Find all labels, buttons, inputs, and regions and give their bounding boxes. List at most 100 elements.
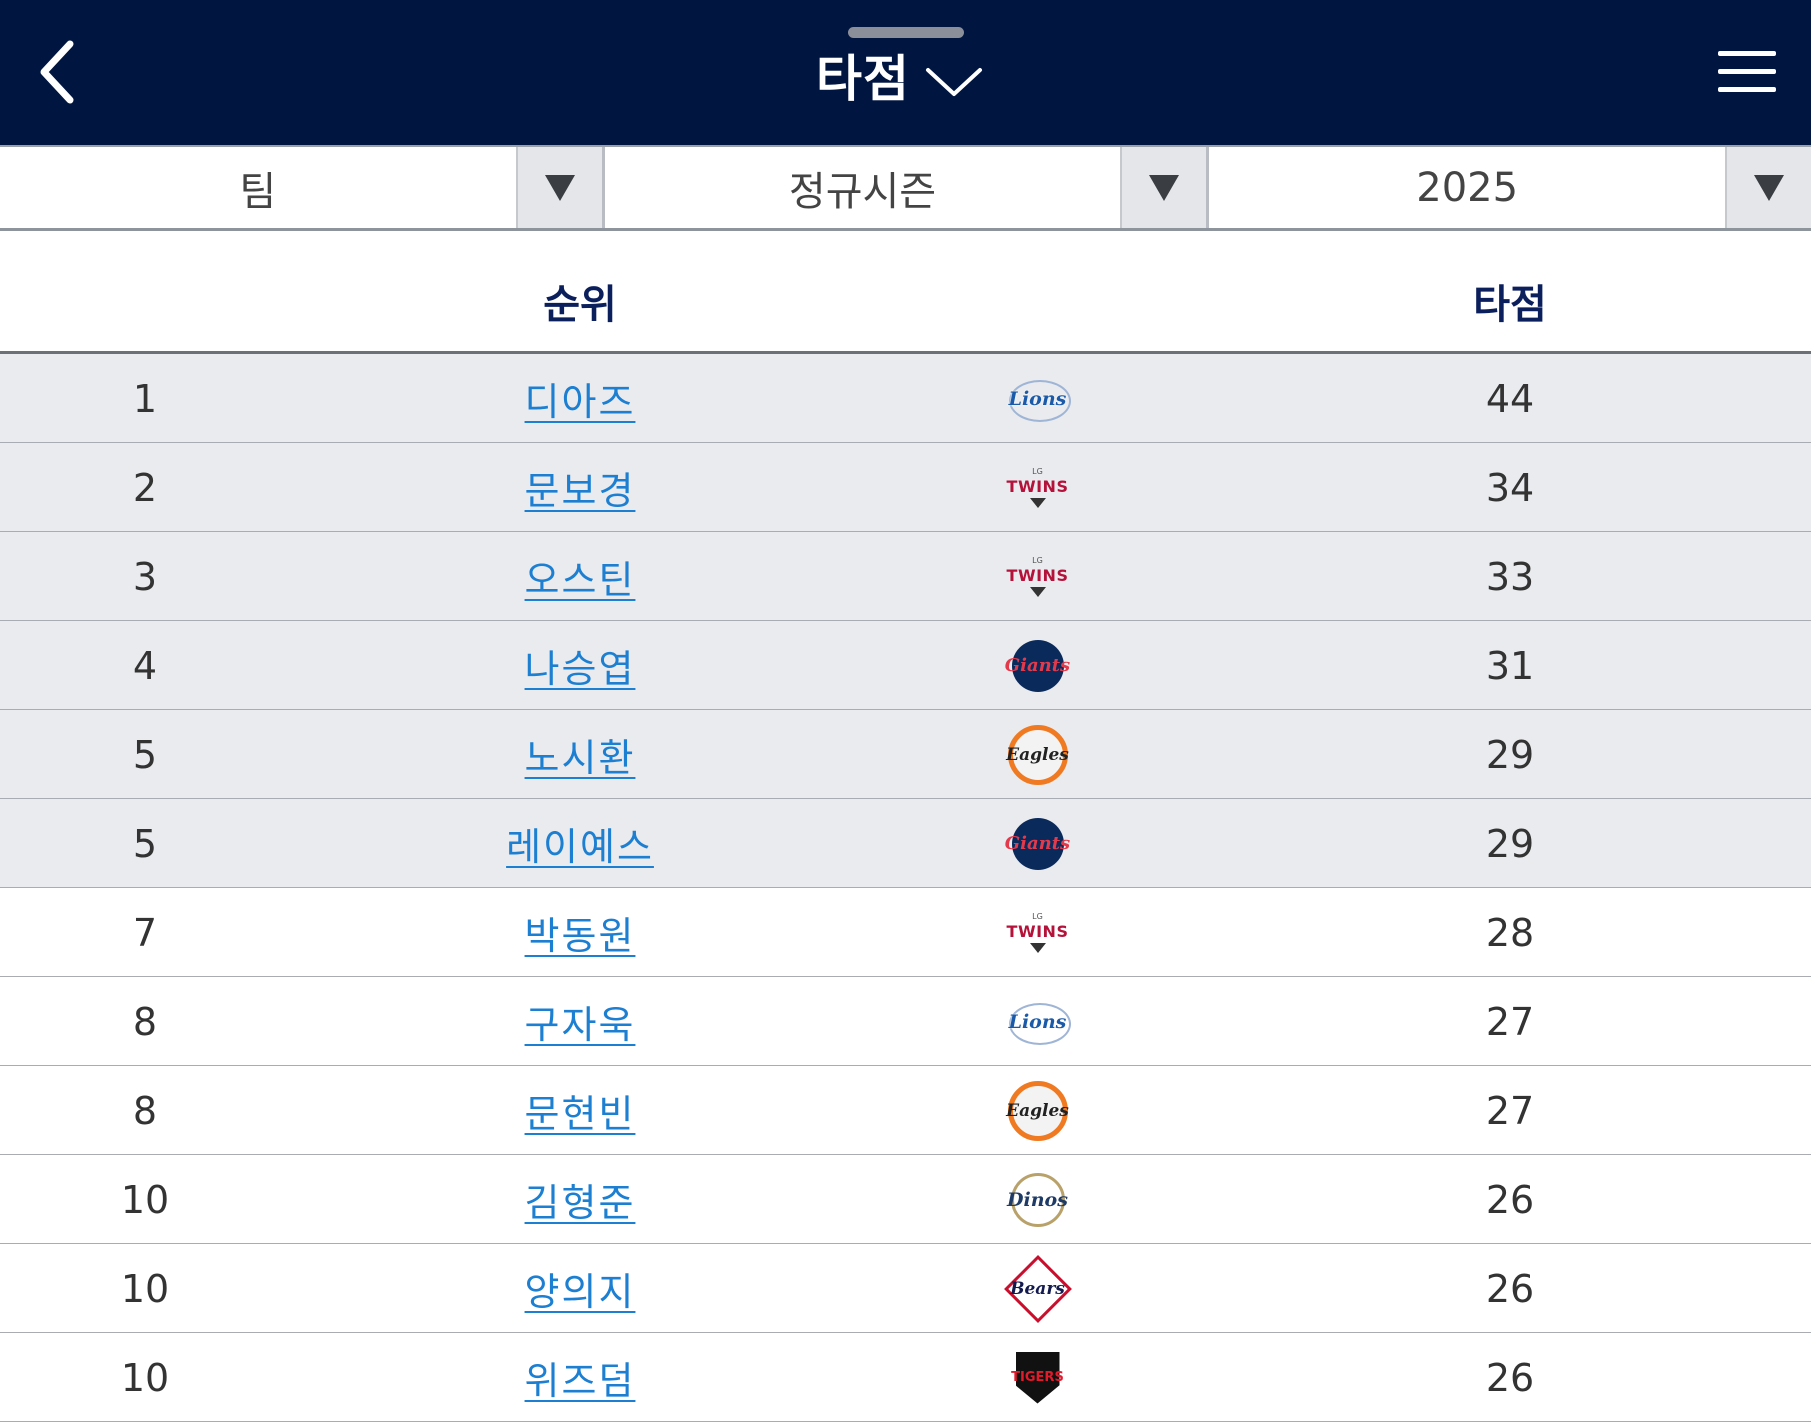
player-name-link[interactable]: 레이예스 (506, 816, 654, 871)
rbi-ranking-table: 순위 타점 1 디아즈 Lions 44 2 문보경 LG TWINS 34 3 오스틴 LG TWIN… (0, 231, 1811, 1422)
menu-button[interactable] (1710, 40, 1785, 102)
player-name-cell: 박동원 (460, 888, 700, 977)
table-row: 1 디아즈 Lions 44 (0, 354, 1811, 443)
dropdown-arrow-box[interactable] (1120, 147, 1207, 228)
table-row: 10 양의지 Bears 26 (0, 1244, 1811, 1333)
table-body: 1 디아즈 Lions 44 2 문보경 LG TWINS 34 3 오스틴 LG TWINS 33 4 나승… (0, 354, 1811, 1422)
doosan-bears-logo: Bears (1005, 1256, 1071, 1322)
sheet-drag-handle[interactable] (848, 27, 964, 38)
page-title: 타점 (816, 50, 910, 108)
samsung-lions-logo: Lions (1005, 989, 1071, 1055)
rank-cell: 7 (132, 910, 158, 955)
team-logo-cell: LG TWINS (985, 532, 1090, 621)
filter-year-select[interactable]: 2025 (1206, 147, 1811, 228)
rbi-value-cell: 29 (1485, 821, 1535, 866)
lg-twins-logo: LG TWINS (1005, 900, 1071, 966)
team-logo-wordmark: TWINS (1006, 566, 1069, 585)
player-name-cell: 구자욱 (460, 977, 700, 1066)
lg-twins-logo: LG TWINS (1005, 544, 1071, 610)
player-name-link[interactable]: 김형준 (525, 1172, 636, 1227)
filter-team-select[interactable]: 팀 (0, 147, 602, 228)
team-logo-cell: Giants (985, 621, 1090, 710)
back-button[interactable] (30, 30, 110, 115)
player-name-cell: 문현빈 (460, 1066, 700, 1155)
player-name-link[interactable]: 박동원 (525, 905, 636, 960)
triangle-down-icon (544, 174, 575, 201)
rbi-value-cell: 26 (1485, 1355, 1535, 1400)
team-logo-wordmark: Giants (1004, 655, 1071, 676)
team-logo-wordmark: Dinos (1007, 1188, 1068, 1211)
player-name-link[interactable]: 문현빈 (525, 1083, 636, 1138)
filter-year-value: 2025 (1416, 164, 1519, 211)
table-row: 2 문보경 LG TWINS 34 (0, 443, 1811, 532)
team-logo-wordmark: Eagles (1006, 1100, 1069, 1121)
stat-category-selector[interactable]: 타점 (780, 40, 1020, 110)
dropdown-arrow-box[interactable] (1725, 147, 1811, 228)
dropdown-arrow-box[interactable] (515, 147, 602, 228)
column-header-rbi[interactable]: 타점 (1410, 231, 1610, 351)
rank-cell: 5 (132, 732, 158, 777)
team-logo-wordmark: Giants (1004, 833, 1071, 854)
hamburger-menu-icon (1718, 51, 1776, 92)
player-name-link[interactable]: 양의지 (525, 1261, 636, 1316)
player-name-cell: 문보경 (460, 443, 700, 532)
filter-bar: 팀 정규시즌 2025 (0, 145, 1811, 231)
team-logo-cell: Lions (985, 977, 1090, 1066)
table-row: 4 나승엽 Giants 31 (0, 621, 1811, 710)
player-name-cell: 나승엽 (460, 621, 700, 710)
chevron-left-icon (40, 40, 74, 104)
team-logo-wordmark: Lions (1008, 387, 1067, 410)
rank-cell: 10 (120, 1177, 170, 1222)
team-logo-wordmark: TWINS (1006, 922, 1069, 941)
rbi-value-cell: 31 (1485, 643, 1535, 688)
rbi-value-cell: 27 (1485, 999, 1535, 1044)
column-header-rank[interactable]: 순위 (480, 231, 680, 351)
rank-cell: 8 (132, 1088, 158, 1133)
player-name-link[interactable]: 오스틴 (525, 549, 636, 604)
table-row: 10 위즈덤 TIGERS 26 (0, 1333, 1811, 1422)
player-name-cell: 양의지 (460, 1244, 700, 1333)
rbi-value-cell: 27 (1485, 1088, 1535, 1133)
player-name-link[interactable]: 디아즈 (525, 371, 636, 426)
player-name-cell: 오스틴 (460, 532, 700, 621)
player-name-link[interactable]: 구자욱 (525, 994, 636, 1049)
rank-cell: 10 (120, 1266, 170, 1311)
team-logo-wordmark: TIGERS (1011, 1370, 1064, 1385)
rank-cell: 10 (120, 1355, 170, 1400)
filter-team-value: 팀 (239, 168, 277, 215)
team-logo-cell: Giants (985, 799, 1090, 888)
table-row: 8 문현빈 Eagles 27 (0, 1066, 1811, 1155)
rank-cell: 4 (132, 643, 158, 688)
table-row: 7 박동원 LG TWINS 28 (0, 888, 1811, 977)
team-logo-cell: Bears (985, 1244, 1090, 1333)
hanwha-eagles-logo: Eagles (1005, 1078, 1071, 1144)
samsung-lions-logo: Lions (1005, 366, 1071, 432)
player-name-link[interactable]: 위즈덤 (525, 1350, 636, 1405)
rbi-value-cell: 29 (1485, 732, 1535, 777)
rbi-value-cell: 33 (1485, 554, 1535, 599)
top-app-bar: 타점 (0, 0, 1811, 145)
team-logo-wordmark: Lions (1008, 1010, 1067, 1033)
triangle-down-icon (1149, 174, 1180, 201)
lotte-giants-logo: Giants (1005, 633, 1071, 699)
player-name-cell: 김형준 (460, 1155, 700, 1244)
team-logo-cell: Dinos (985, 1155, 1090, 1244)
table-row: 5 노시환 Eagles 29 (0, 710, 1811, 799)
player-name-link[interactable]: 노시환 (525, 727, 636, 782)
hanwha-eagles-logo: Eagles (1005, 722, 1071, 788)
rbi-value-cell: 28 (1485, 910, 1535, 955)
filter-season-type-select[interactable]: 정규시즌 (601, 147, 1207, 228)
player-name-link[interactable]: 나승엽 (525, 638, 636, 693)
team-logo-cell: Eagles (985, 1066, 1090, 1155)
team-logo-wordmark: Eagles (1006, 744, 1069, 765)
lg-twins-logo: LG TWINS (1005, 455, 1071, 521)
player-name-cell: 레이예스 (460, 799, 700, 888)
triangle-down-icon (1754, 174, 1785, 201)
kia-tigers-logo: TIGERS (1005, 1345, 1071, 1411)
team-logo-cell: LG TWINS (985, 888, 1090, 977)
player-name-link[interactable]: 문보경 (525, 460, 636, 515)
rbi-value-cell: 44 (1485, 376, 1535, 421)
rbi-value-cell: 26 (1485, 1266, 1535, 1311)
rbi-value-cell: 26 (1485, 1177, 1535, 1222)
team-logo-wordmark: Bears (1010, 1278, 1065, 1299)
